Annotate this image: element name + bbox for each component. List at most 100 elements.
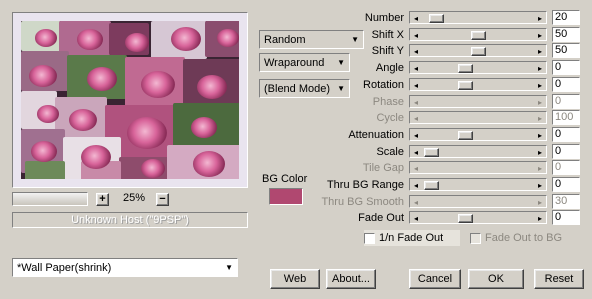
param-value-number[interactable]: 20 xyxy=(552,10,580,25)
slider-thumb[interactable] xyxy=(470,31,486,40)
rose-shape xyxy=(37,105,59,123)
chevron-right-icon[interactable]: ▸ xyxy=(538,129,542,142)
param-label-fade-out: Fade Out xyxy=(358,212,404,224)
slider-thumb[interactable] xyxy=(458,64,474,73)
cancel-button[interactable]: Cancel xyxy=(409,269,461,289)
chevron-right-icon[interactable]: ▸ xyxy=(538,79,542,92)
reset-button[interactable]: Reset xyxy=(534,269,584,289)
param-value-attenuation[interactable]: 0 xyxy=(552,127,580,142)
chevron-right-icon[interactable]: ▸ xyxy=(538,12,542,25)
param-label-shift-y: Shift Y xyxy=(371,45,404,57)
chevron-right-icon: ▸ xyxy=(537,98,542,107)
chevron-left-icon[interactable]: ◂ xyxy=(414,179,418,192)
param-slider-number[interactable]: ◂ ▸ xyxy=(409,11,547,24)
chevron-left-icon: ◂ xyxy=(414,164,419,173)
param-value-cycle: 100 xyxy=(552,110,580,125)
chevron-left-icon: ◂ xyxy=(414,114,419,123)
rose-shape xyxy=(77,29,103,50)
chevron-down-icon: ▼ xyxy=(225,263,233,272)
rose-shape xyxy=(141,71,175,99)
preset-value: *Wall Paper(shrink) xyxy=(17,261,112,274)
param-label-thru-bg-range: Thru BG Range xyxy=(326,179,404,191)
fade-to-bg-checkbox[interactable]: Fade Out to BG xyxy=(470,230,580,246)
preset-select[interactable]: *Wall Paper(shrink) ▼ xyxy=(12,258,238,277)
zoom-out-button[interactable]: − xyxy=(156,193,169,206)
zoom-slider[interactable] xyxy=(12,192,88,206)
param-label-number: Number xyxy=(364,12,404,24)
web-button[interactable]: Web xyxy=(270,269,320,289)
rose-shape xyxy=(127,117,167,149)
param-value-fade-out[interactable]: 0 xyxy=(552,210,580,225)
chevron-left-icon[interactable]: ◂ xyxy=(414,129,418,142)
param-value-angle[interactable]: 0 xyxy=(552,60,580,75)
param-value-thru-bg-range[interactable]: 0 xyxy=(552,177,580,192)
about-button[interactable]: About... xyxy=(326,269,376,289)
fade-1n-checkbox[interactable]: 1/n Fade Out xyxy=(364,230,460,246)
checkbox-box[interactable] xyxy=(470,232,481,244)
rose-shape xyxy=(193,151,225,177)
preview-frame xyxy=(12,12,248,188)
chevron-left-icon[interactable]: ◂ xyxy=(414,29,418,42)
param-slider-phase: ◂ ▸ xyxy=(409,95,547,108)
param-value-rotation[interactable]: 0 xyxy=(552,77,580,92)
chevron-left-icon[interactable]: ◂ xyxy=(414,12,418,25)
slider-thumb[interactable] xyxy=(458,131,474,140)
chevron-left-icon[interactable]: ◂ xyxy=(414,45,418,58)
chevron-right-icon[interactable]: ▸ xyxy=(538,62,542,75)
param-value-tile-gap: 0 xyxy=(552,160,580,175)
param-slider-angle[interactable]: ◂ ▸ xyxy=(409,61,547,74)
chevron-left-icon[interactable]: ◂ xyxy=(414,79,418,92)
param-value-scale[interactable]: 0 xyxy=(552,144,580,159)
chevron-right-icon[interactable]: ▸ xyxy=(538,212,542,225)
param-slider-rotation[interactable]: ◂ ▸ xyxy=(409,78,547,91)
param-slider-shift-y[interactable]: ◂ ▸ xyxy=(409,44,547,57)
param-slider-attenuation[interactable]: ◂ ▸ xyxy=(409,128,547,141)
param-label-thru-bg-smooth: Thru BG Smooth xyxy=(321,196,404,208)
fade-to-bg-label: Fade Out to BG xyxy=(485,232,563,244)
chevron-right-icon[interactable]: ▸ xyxy=(538,45,542,58)
preview-image xyxy=(21,21,239,179)
rose-shape xyxy=(141,159,165,179)
slider-thumb[interactable] xyxy=(424,148,439,157)
rose-shape xyxy=(125,33,149,53)
chevron-left-icon[interactable]: ◂ xyxy=(414,146,418,159)
param-label-attenuation: Attenuation xyxy=(348,129,404,141)
chevron-right-icon[interactable]: ▸ xyxy=(538,29,542,42)
param-slider-thru-bg-range[interactable]: ◂ ▸ xyxy=(409,178,547,191)
param-slider-fade-out[interactable]: ◂ ▸ xyxy=(409,211,547,224)
chevron-left-icon: ◂ xyxy=(414,98,419,107)
rose-shape xyxy=(35,29,57,47)
checkbox-box[interactable] xyxy=(364,232,375,244)
chevron-left-icon[interactable]: ◂ xyxy=(414,212,418,225)
param-value-phase: 0 xyxy=(552,94,580,109)
rose-shape xyxy=(191,117,217,138)
chevron-right-icon[interactable]: ▸ xyxy=(538,146,542,159)
host-status: Unknown Host ("9PSP") xyxy=(12,212,248,228)
slider-thumb[interactable] xyxy=(428,14,444,23)
param-label-tile-gap: Tile Gap xyxy=(362,162,404,174)
param-slider-tile-gap: ◂ ▸ xyxy=(409,161,547,174)
slider-thumb[interactable] xyxy=(424,181,439,190)
param-slider-shift-x[interactable]: ◂ ▸ xyxy=(409,28,547,41)
param-value-shift-x[interactable]: 50 xyxy=(552,27,580,42)
slider-thumb[interactable] xyxy=(458,214,474,223)
chevron-left-icon: ◂ xyxy=(414,198,419,207)
param-label-shift-x: Shift X xyxy=(371,29,404,41)
chevron-right-icon[interactable]: ▸ xyxy=(538,179,542,192)
param-slider-thru-bg-smooth: ◂ ▸ xyxy=(409,195,547,208)
chevron-left-icon[interactable]: ◂ xyxy=(414,62,418,75)
rose-shape xyxy=(197,75,227,99)
param-label-cycle: Cycle xyxy=(376,112,404,124)
param-label-angle: Angle xyxy=(375,62,404,74)
zoom-in-button[interactable]: + xyxy=(96,193,109,206)
ok-button[interactable]: OK xyxy=(468,269,524,289)
param-slider-scale[interactable]: ◂ ▸ xyxy=(409,145,547,158)
param-label-scale: Scale xyxy=(376,146,404,158)
fade-1n-label: 1/n Fade Out xyxy=(379,232,444,244)
param-label-rotation: Rotation xyxy=(363,79,404,91)
rose-shape xyxy=(87,67,117,91)
zoom-value: 25% xyxy=(122,192,146,204)
param-value-shift-y[interactable]: 50 xyxy=(552,43,580,58)
slider-thumb[interactable] xyxy=(470,47,486,56)
slider-thumb[interactable] xyxy=(458,81,474,90)
